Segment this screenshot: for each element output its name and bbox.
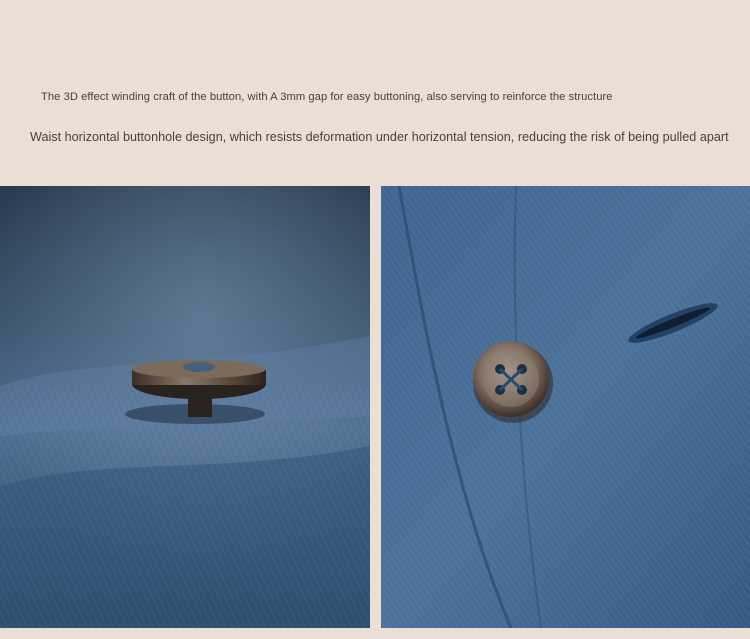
photo-button-front-view (381, 186, 750, 628)
caption-buttonhole-design: Waist horizontal buttonhole design, whic… (30, 130, 729, 144)
photo-button-side-view (0, 186, 370, 628)
caption-button-craft: The 3D effect winding craft of the butto… (41, 91, 613, 103)
